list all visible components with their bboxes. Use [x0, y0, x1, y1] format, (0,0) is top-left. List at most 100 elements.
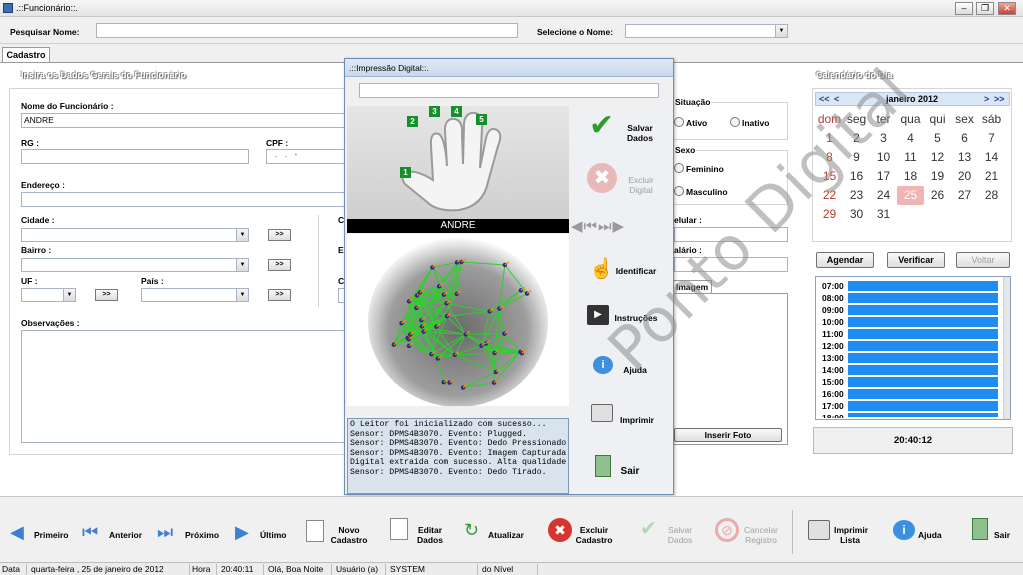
dialog-id-field[interactable] [359, 83, 659, 98]
time-slot[interactable] [848, 401, 998, 412]
time-slot[interactable] [848, 293, 998, 304]
exit-button[interactable]: Sair [994, 530, 1010, 540]
uf-combo[interactable]: ▼ [21, 288, 76, 302]
calendar-day[interactable]: 12 [924, 148, 951, 167]
insert-photo-button[interactable]: Inserir Foto [674, 428, 782, 442]
active-radio[interactable] [674, 117, 684, 127]
identify-button[interactable]: Identificar [611, 266, 661, 276]
calendar-day[interactable]: 7 [978, 129, 1005, 148]
cancel-record-button[interactable]: Cancelar Registro [741, 525, 781, 545]
time-slot[interactable] [848, 317, 998, 328]
cell-field[interactable] [674, 227, 788, 242]
name-field[interactable]: ANDRE [21, 113, 351, 128]
calendar-prev-year-button[interactable]: << [819, 94, 830, 104]
calendar-day[interactable]: 6 [951, 129, 978, 148]
calendar-day[interactable]: 9 [843, 148, 870, 167]
city-combo[interactable]: ▼ [21, 228, 249, 242]
tab-image[interactable]: Imagem [672, 280, 712, 294]
delete-fingerprint-button[interactable]: Excluir Digital [621, 175, 661, 195]
time-slot[interactable] [848, 281, 998, 292]
finger-5-marker[interactable]: 5 [476, 114, 487, 125]
calendar-prev-month-button[interactable]: < [834, 94, 839, 104]
finger-1-marker[interactable]: 1 [400, 167, 411, 178]
uf-more-button[interactable]: >> [95, 289, 118, 301]
edit-data-button[interactable]: Editar Dados [412, 525, 448, 545]
verify-button[interactable]: Verificar [887, 252, 945, 268]
calendar-day[interactable]: 5 [924, 129, 951, 148]
calendar-day[interactable]: 23 [843, 186, 870, 205]
calendar-day[interactable]: 18 [897, 167, 924, 186]
calendar-day[interactable]: 21 [978, 167, 1005, 186]
schedule-button[interactable]: Agendar [816, 252, 874, 268]
calendar-day[interactable]: 3 [870, 129, 897, 148]
time-slot[interactable] [848, 305, 998, 316]
refresh-button[interactable]: Atualizar [488, 530, 524, 540]
calendar-day[interactable]: 13 [951, 148, 978, 167]
minimize-button[interactable]: – [955, 2, 973, 15]
delete-record-button[interactable]: Excluir Cadastro [574, 525, 614, 545]
rg-field[interactable] [21, 149, 249, 164]
fingerprint-nav-arrows[interactable]: ◀⏮⏭▶ [571, 217, 625, 235]
country-combo[interactable]: ▼ [141, 288, 249, 302]
male-radio[interactable] [674, 186, 684, 196]
save-data-button[interactable]: Salvar Dados [662, 525, 698, 545]
calendar-day[interactable]: 19 [924, 167, 951, 186]
time-slot[interactable] [848, 413, 998, 418]
print-button[interactable]: Imprimir [615, 415, 659, 425]
instructions-button[interactable]: Instruções [611, 313, 661, 323]
select-name-combo[interactable]: ▼ [625, 24, 788, 38]
calendar-next-year-button[interactable]: >> [994, 94, 1005, 104]
calendar-day[interactable]: 26 [924, 186, 951, 205]
calendar-day[interactable]: 4 [897, 129, 924, 148]
calendar-day[interactable]: 15 [816, 167, 843, 186]
calendar-day[interactable]: 20 [951, 167, 978, 186]
calendar-day[interactable]: 8 [816, 148, 843, 167]
calendar-day[interactable]: 11 [897, 148, 924, 167]
print-list-button[interactable]: Imprimir Lista [834, 525, 868, 545]
calendar-day[interactable]: 24 [870, 186, 897, 205]
calendar-day[interactable]: 28 [978, 186, 1005, 205]
last-button[interactable]: Último [260, 530, 286, 540]
calendar-day[interactable]: 29 [816, 205, 843, 224]
calendar-next-month-button[interactable]: > [984, 94, 989, 104]
country-more-button[interactable]: >> [268, 289, 291, 301]
previous-button[interactable]: Anterior [109, 530, 142, 540]
time-slot[interactable] [848, 365, 998, 376]
close-button[interactable]: ✕ [998, 2, 1016, 15]
female-radio[interactable] [674, 163, 684, 173]
city-more-button[interactable]: >> [268, 229, 291, 241]
finger-2-marker[interactable]: 2 [407, 116, 418, 127]
maximize-button[interactable]: ❐ [976, 2, 994, 15]
new-record-button[interactable]: Novo Cadastro [329, 525, 369, 545]
calendar-day[interactable]: 22 [816, 186, 843, 205]
calendar-day[interactable]: 17 [870, 167, 897, 186]
calendar-day[interactable]: 1 [816, 129, 843, 148]
cpf-field[interactable]: . . - [266, 149, 346, 164]
back-button[interactable]: Voltar [956, 252, 1010, 268]
calendar-day[interactable]: 2 [843, 129, 870, 148]
district-combo[interactable]: ▼ [21, 258, 249, 272]
search-name-input[interactable] [96, 23, 518, 38]
first-button[interactable]: Primeiro [34, 530, 69, 540]
calendar-day[interactable]: 30 [843, 205, 870, 224]
calendar-day[interactable]: 14 [978, 148, 1005, 167]
time-slot[interactable] [848, 353, 998, 364]
inactive-radio[interactable] [730, 117, 740, 127]
schedule-scrollbar[interactable] [1003, 277, 1010, 419]
tab-cadastro[interactable]: Cadastro [2, 47, 50, 63]
time-slot[interactable] [848, 389, 998, 400]
calendar-day[interactable]: 31 [870, 205, 897, 224]
salary-field[interactable] [674, 257, 788, 272]
time-slot[interactable] [848, 377, 998, 388]
calendar-day[interactable]: 10 [870, 148, 897, 167]
time-slot[interactable] [848, 341, 998, 352]
calendar-day[interactable]: 25 [897, 186, 924, 205]
save-fingerprint-button[interactable]: Salvar Dados [620, 123, 660, 143]
calendar-day[interactable]: 27 [951, 186, 978, 205]
help-button[interactable]: Ajuda [918, 530, 942, 540]
finger-4-marker[interactable]: 4 [451, 106, 462, 117]
calendar-day[interactable]: 16 [843, 167, 870, 186]
dialog-exit-button[interactable]: Sair [615, 466, 645, 477]
help-button[interactable]: Ajuda [615, 365, 655, 375]
address-field[interactable] [21, 192, 351, 207]
